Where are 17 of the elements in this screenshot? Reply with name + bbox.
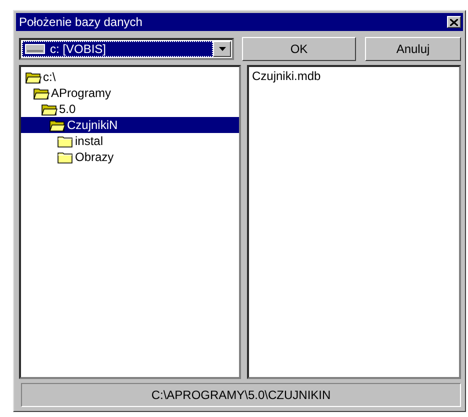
- folder-item[interactable]: AProgramy: [51, 86, 112, 100]
- ok-button[interactable]: OK: [242, 37, 356, 61]
- folder-item[interactable]: Obrazy: [75, 150, 114, 164]
- status-bar: C:\APROGRAMY\5.0\CZUJNIKIN: [21, 383, 461, 407]
- drive-dropdown[interactable]: c: [VOBIS]: [19, 38, 234, 60]
- folder-item[interactable]: instal: [75, 134, 104, 148]
- drive-value: c: [VOBIS]: [50, 42, 106, 56]
- file-item[interactable]: Czujniki.mdb: [252, 69, 321, 83]
- dropdown-button[interactable]: [213, 41, 231, 57]
- cancel-button[interactable]: Anuluj: [365, 37, 461, 61]
- close-button[interactable]: [447, 16, 461, 28]
- dropdown-arrow-icon: [218, 47, 226, 51]
- folder-item[interactable]: c:\: [43, 70, 56, 84]
- drive-icon: [25, 44, 45, 54]
- folder-item[interactable]: 5.0: [59, 102, 76, 116]
- close-icon: [450, 18, 458, 26]
- window-title: Położenie bazy danych: [19, 15, 142, 29]
